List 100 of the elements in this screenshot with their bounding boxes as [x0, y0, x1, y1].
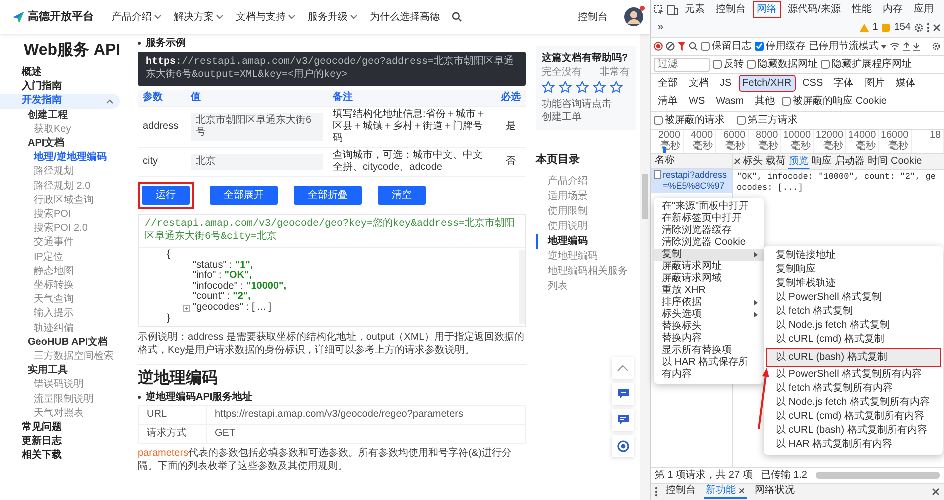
menu-item[interactable]: 排序依据 [654, 297, 764, 309]
sidebar-item[interactable]: 开发指南 [0, 94, 120, 109]
sidebar-item[interactable]: 天气对照表 [0, 406, 126, 422]
chat-button[interactable] [612, 409, 634, 431]
toc-item[interactable]: 使用说明 [536, 218, 636, 234]
request-row[interactable]: restapi?address=%E5%8C%97 [651, 169, 732, 193]
ticket-link[interactable]: 创建工单 [542, 112, 582, 123]
sidebar-item[interactable]: 行政区域查询 [0, 194, 126, 208]
detail-tab[interactable]: 启动器 [834, 154, 866, 169]
toc-item[interactable]: 逆地理编码 [536, 248, 636, 264]
menu-item[interactable]: 以 Node.js fetch 格式复制所有内容 [766, 396, 941, 410]
close-icon[interactable] [933, 24, 941, 32]
menu-item[interactable]: 替换内容 [654, 333, 764, 345]
record-icon[interactable] [654, 42, 663, 51]
type-filter[interactable]: 文档 [685, 75, 713, 92]
sidebar-item[interactable]: 相关下载 [0, 449, 126, 464]
sidebar-item[interactable]: 错误码说明 [0, 378, 126, 393]
warning-count[interactable]: 1 [872, 20, 878, 35]
detail-tab[interactable]: 载荷 [765, 154, 787, 169]
nav-menu[interactable]: 为什么选择高德 [370, 10, 440, 24]
panel-tab[interactable]: 网络 [753, 1, 781, 18]
menu-item[interactable]: 复制链接地址 [766, 249, 941, 263]
device-icon[interactable] [667, 4, 678, 14]
sidebar-item[interactable]: 概述 [0, 66, 126, 80]
star-icon[interactable] [576, 81, 589, 94]
more-tabs-button[interactable]: » [654, 19, 668, 36]
panel-tab[interactable]: 内存 [878, 1, 907, 18]
scrollbar[interactable] [519, 250, 525, 324]
close-icon[interactable] [739, 488, 745, 494]
download-icon[interactable] [913, 42, 920, 51]
panel-tab[interactable]: 应用 [910, 1, 938, 18]
menu-item[interactable]: 以 HAR 格式复制所有内容 [766, 438, 941, 452]
menu-item[interactable]: 重放 XHR [654, 285, 764, 297]
menu-item[interactable]: 以 cURL (bash) 格式复制 [766, 348, 941, 367]
type-filter[interactable]: 全部 [654, 75, 682, 92]
console-link[interactable]: 控制台 [578, 10, 608, 24]
panel-tab[interactable]: 控制台 [712, 1, 750, 18]
chat-button[interactable] [612, 383, 634, 405]
checkbox[interactable] [747, 60, 756, 69]
action-button[interactable]: 运行 [142, 186, 190, 205]
type-filter[interactable]: Fetch/XHR [738, 75, 796, 92]
search-icon[interactable] [452, 12, 462, 22]
sidebar-item[interactable]: 三方数据空间检索 [0, 350, 126, 364]
menu-item[interactable]: 以 cURL (bash) 格式复制所有内容 [766, 424, 941, 438]
checkbox[interactable] [713, 60, 722, 69]
menu-item[interactable]: 以 cURL (cmd) 格式复制 [766, 333, 941, 347]
menu-item[interactable]: 在新标签页中打开 [654, 213, 764, 225]
sidebar-item[interactable]: 实用工具 [0, 364, 126, 378]
toc-item[interactable]: 适用场景 [536, 188, 636, 204]
checkbox[interactable] [755, 42, 764, 51]
detail-tab[interactable]: 标头 [742, 154, 764, 169]
star-icon[interactable] [559, 81, 572, 94]
action-button[interactable]: 全部折叠 [294, 186, 362, 205]
scrollbar[interactable] [640, 34, 650, 500]
type-filter[interactable]: WS [685, 93, 710, 110]
action-button[interactable]: 全部展开 [210, 186, 278, 205]
sidebar-item[interactable]: 创建工程 [0, 108, 126, 123]
star-icon[interactable] [610, 81, 623, 94]
sidebar-item[interactable]: 天气查询 [0, 293, 126, 308]
star-icon[interactable] [542, 81, 555, 94]
value-field[interactable]: 北京市朝阳区阜通东大街6号 [191, 113, 323, 141]
sidebar-item[interactable]: 轨迹纠偏 [0, 322, 126, 336]
star-icon[interactable] [593, 81, 606, 94]
type-filter[interactable]: 清单 [654, 93, 682, 110]
menu-item[interactable]: 以 PowerShell 格式复制 [766, 291, 941, 305]
support-button[interactable] [612, 435, 634, 457]
sidebar-item[interactable]: 入门指南 [0, 80, 126, 94]
kebab-menu-icon[interactable] [655, 487, 658, 497]
kebab-menu-icon[interactable] [927, 22, 930, 32]
toc-item[interactable]: 产品介绍 [536, 174, 636, 188]
menu-item[interactable]: 显示所有替换项 [654, 345, 764, 357]
menu-item[interactable]: 标头选项 [654, 309, 764, 321]
nav-menu[interactable]: 服务升级 [308, 10, 358, 24]
panel-tab[interactable]: 元素 [681, 1, 709, 18]
sidebar-item[interactable]: 搜索POI [0, 208, 126, 222]
expand-icon[interactable] [183, 304, 190, 312]
sidebar-item[interactable]: 流量限制说明 [0, 392, 126, 407]
filter-icon[interactable] [678, 42, 686, 51]
nav-menu[interactable]: 产品介绍 [112, 10, 162, 24]
checkbox[interactable] [737, 116, 746, 125]
action-button[interactable]: 清空 [378, 186, 426, 205]
type-filter[interactable]: 其他 [751, 93, 780, 110]
sidebar-item[interactable]: GeoHUB API文档 [0, 336, 126, 350]
menu-item[interactable]: 替换标头 [654, 321, 764, 333]
scrollbar-thumb[interactable] [642, 174, 648, 219]
menu-item[interactable]: 在"来源"面板中打开 [654, 201, 764, 213]
sidebar-item[interactable]: 交通事件 [0, 236, 126, 251]
sidebar-item[interactable]: 常见问题 [0, 421, 126, 436]
drawer-tab[interactable]: 网络状况 [753, 485, 797, 499]
sidebar-item[interactable]: 坐标转换 [0, 279, 126, 294]
checkbox[interactable] [821, 60, 830, 69]
sidebar-item[interactable]: 更新日志 [0, 435, 126, 450]
drawer-tab[interactable]: 新功能 [704, 485, 747, 499]
sidebar-item[interactable]: 搜索POI 2.0 [0, 222, 126, 236]
toc-item[interactable]: 地理编码相关服务列表 [536, 264, 636, 294]
menu-item[interactable]: 以 fetch 格式复制 [766, 305, 941, 319]
panel-tab[interactable]: 性能 [848, 1, 876, 18]
type-filter[interactable]: Wasm [712, 93, 748, 110]
nav-menu[interactable]: 文档与支持 [236, 10, 296, 24]
settings-icon[interactable] [932, 42, 941, 51]
